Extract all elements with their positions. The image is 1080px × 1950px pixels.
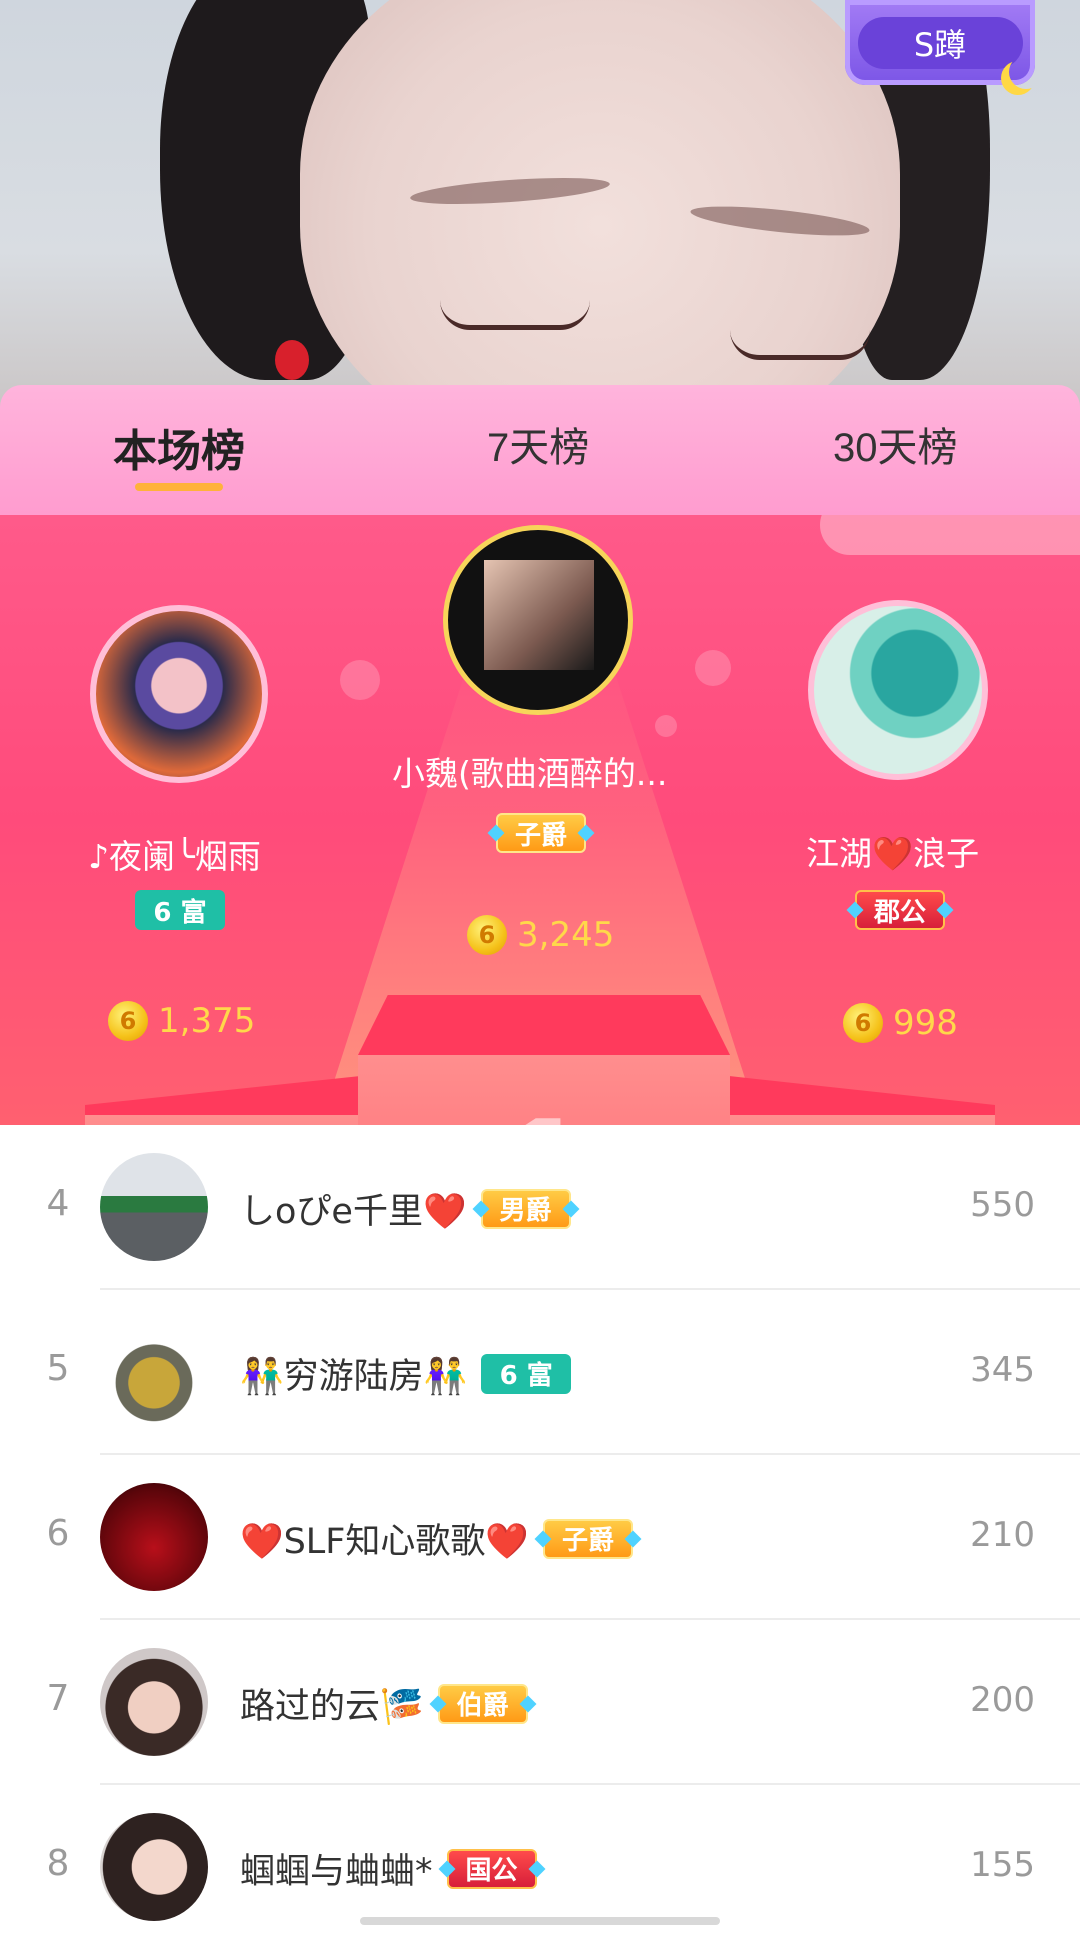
list-item[interactable]: 5 👫穷游陆房👫 6 富 345 bbox=[0, 1290, 1080, 1455]
list-item-name-text: 👫穷游陆房👫 bbox=[240, 1357, 468, 1397]
home-indicator bbox=[360, 1917, 720, 1925]
second-place-score: 6 1,375 bbox=[108, 1001, 255, 1041]
tab-7-days[interactable]: 7天榜 bbox=[487, 415, 589, 473]
streamer-eye-left bbox=[440, 300, 590, 330]
podium-number-1: 1 bbox=[490, 1075, 596, 1125]
streamer-badge-label: S蹲 bbox=[857, 16, 1023, 69]
list-item-score: 550 bbox=[970, 1185, 1035, 1225]
list-item-avatar[interactable] bbox=[100, 1318, 208, 1426]
list-item-rank-tag: 6 富 bbox=[481, 1353, 572, 1394]
list-item-rank-tag: 国公 bbox=[446, 1848, 537, 1889]
second-place-avatar[interactable] bbox=[90, 605, 268, 783]
ranking-panel: 本场榜 7天榜 30天榜 1 2 3 小魏(歌曲酒醉的... 子爵 6 3,24… bbox=[0, 385, 1080, 1925]
list-item[interactable]: 4 しoぴe千里❤️ 男爵 550 bbox=[0, 1125, 1080, 1290]
podium-area: 1 2 3 小魏(歌曲酒醉的... 子爵 6 3,245 ♪夜阑╰烟雨 6 富 … bbox=[0, 515, 1080, 1125]
list-item-name-text: 路过的云🎏 bbox=[240, 1687, 424, 1727]
list-item-rank: 6 bbox=[46, 1513, 70, 1554]
list-item[interactable]: 7 路过的云🎏 伯爵 200 bbox=[0, 1620, 1080, 1785]
list-item-score: 155 bbox=[970, 1845, 1035, 1885]
list-item-name[interactable]: 👫穷游陆房👫 6 富 bbox=[240, 1348, 572, 1399]
decor-bubble bbox=[655, 715, 677, 737]
list-item-name[interactable]: ❤️SLF知心歌歌❤️ 子爵 bbox=[240, 1513, 634, 1564]
first-place-name[interactable]: 小魏(歌曲酒醉的... bbox=[392, 747, 667, 795]
streamer-badge[interactable]: S蹲 bbox=[845, 0, 1035, 85]
first-place-score-value: 3,245 bbox=[517, 915, 615, 955]
list-item-rank: 4 bbox=[46, 1183, 70, 1224]
list-item-avatar[interactable] bbox=[100, 1153, 208, 1261]
first-place-score: 6 3,245 bbox=[467, 915, 614, 955]
list-item-rank: 7 bbox=[46, 1678, 70, 1719]
list-item-score: 345 bbox=[970, 1350, 1035, 1390]
streamer-earring bbox=[275, 340, 309, 380]
list-item-score: 210 bbox=[970, 1515, 1035, 1555]
list-item-avatar[interactable] bbox=[100, 1648, 208, 1756]
podium-step-3 bbox=[730, 1115, 995, 1125]
list-item-name-text: ❤️SLF知心歌歌❤️ bbox=[240, 1522, 530, 1562]
podium-step-1-top bbox=[358, 995, 730, 1055]
first-place-avatar[interactable] bbox=[443, 525, 633, 715]
third-place-score-value: 998 bbox=[893, 1003, 958, 1043]
list-item-name[interactable]: 蝈蝈与蛐蛐* 国公 bbox=[240, 1843, 537, 1894]
list-item-rank: 8 bbox=[46, 1843, 70, 1884]
third-place-score: 6 998 bbox=[843, 1003, 958, 1043]
second-place-score-value: 1,375 bbox=[158, 1001, 256, 1041]
tab-this-session[interactable]: 本场榜 bbox=[113, 415, 245, 479]
decor-bubble bbox=[340, 660, 380, 700]
list-item-avatar[interactable] bbox=[100, 1813, 208, 1921]
podium-step-2 bbox=[85, 1115, 360, 1125]
coin-icon: 6 bbox=[843, 1003, 883, 1043]
coin-icon: 6 bbox=[108, 1001, 148, 1041]
moon-icon bbox=[1009, 55, 1043, 89]
list-item-score: 200 bbox=[970, 1680, 1035, 1720]
list-item-name[interactable]: 路过的云🎏 伯爵 bbox=[240, 1678, 528, 1729]
streamer-eye-right bbox=[730, 330, 870, 360]
list-item-name[interactable]: しoぴe千里❤️ 男爵 bbox=[240, 1183, 571, 1234]
list-item-avatar[interactable] bbox=[100, 1483, 208, 1591]
tab-30-days[interactable]: 30天榜 bbox=[833, 415, 958, 473]
second-place-rank-tag: 6 富 bbox=[135, 890, 225, 930]
third-place-rank-tag: 郡公 bbox=[855, 890, 945, 930]
first-place-rank-tag: 子爵 bbox=[496, 813, 586, 853]
active-tab-indicator bbox=[135, 483, 223, 491]
ranking-tabs: 本场榜 7天榜 30天榜 bbox=[0, 385, 1080, 515]
second-place-name[interactable]: ♪夜阑╰烟雨 bbox=[88, 830, 261, 878]
ranking-list: 4 しoぴe千里❤️ 男爵 550 5 👫穷游陆房👫 6 富 345 6 ❤️S… bbox=[0, 1125, 1080, 1925]
list-item-rank: 5 bbox=[46, 1348, 70, 1389]
list-item[interactable]: 8 蝈蝈与蛐蛐* 国公 155 bbox=[0, 1785, 1080, 1950]
decor-bubble bbox=[695, 650, 731, 686]
list-item-rank-tag: 子爵 bbox=[543, 1518, 634, 1559]
list-item-name-text: しoぴe千里❤️ bbox=[240, 1192, 467, 1232]
corner-tag bbox=[820, 515, 1080, 555]
list-item-rank-tag: 男爵 bbox=[480, 1188, 571, 1229]
third-place-avatar[interactable] bbox=[808, 600, 988, 780]
list-item[interactable]: 6 ❤️SLF知心歌歌❤️ 子爵 210 bbox=[0, 1455, 1080, 1620]
list-item-name-text: 蝈蝈与蛐蛐* bbox=[240, 1852, 433, 1892]
coin-icon: 6 bbox=[467, 915, 507, 955]
third-place-name[interactable]: 江湖❤️浪子 bbox=[806, 827, 979, 875]
list-item-rank-tag: 伯爵 bbox=[437, 1683, 528, 1724]
